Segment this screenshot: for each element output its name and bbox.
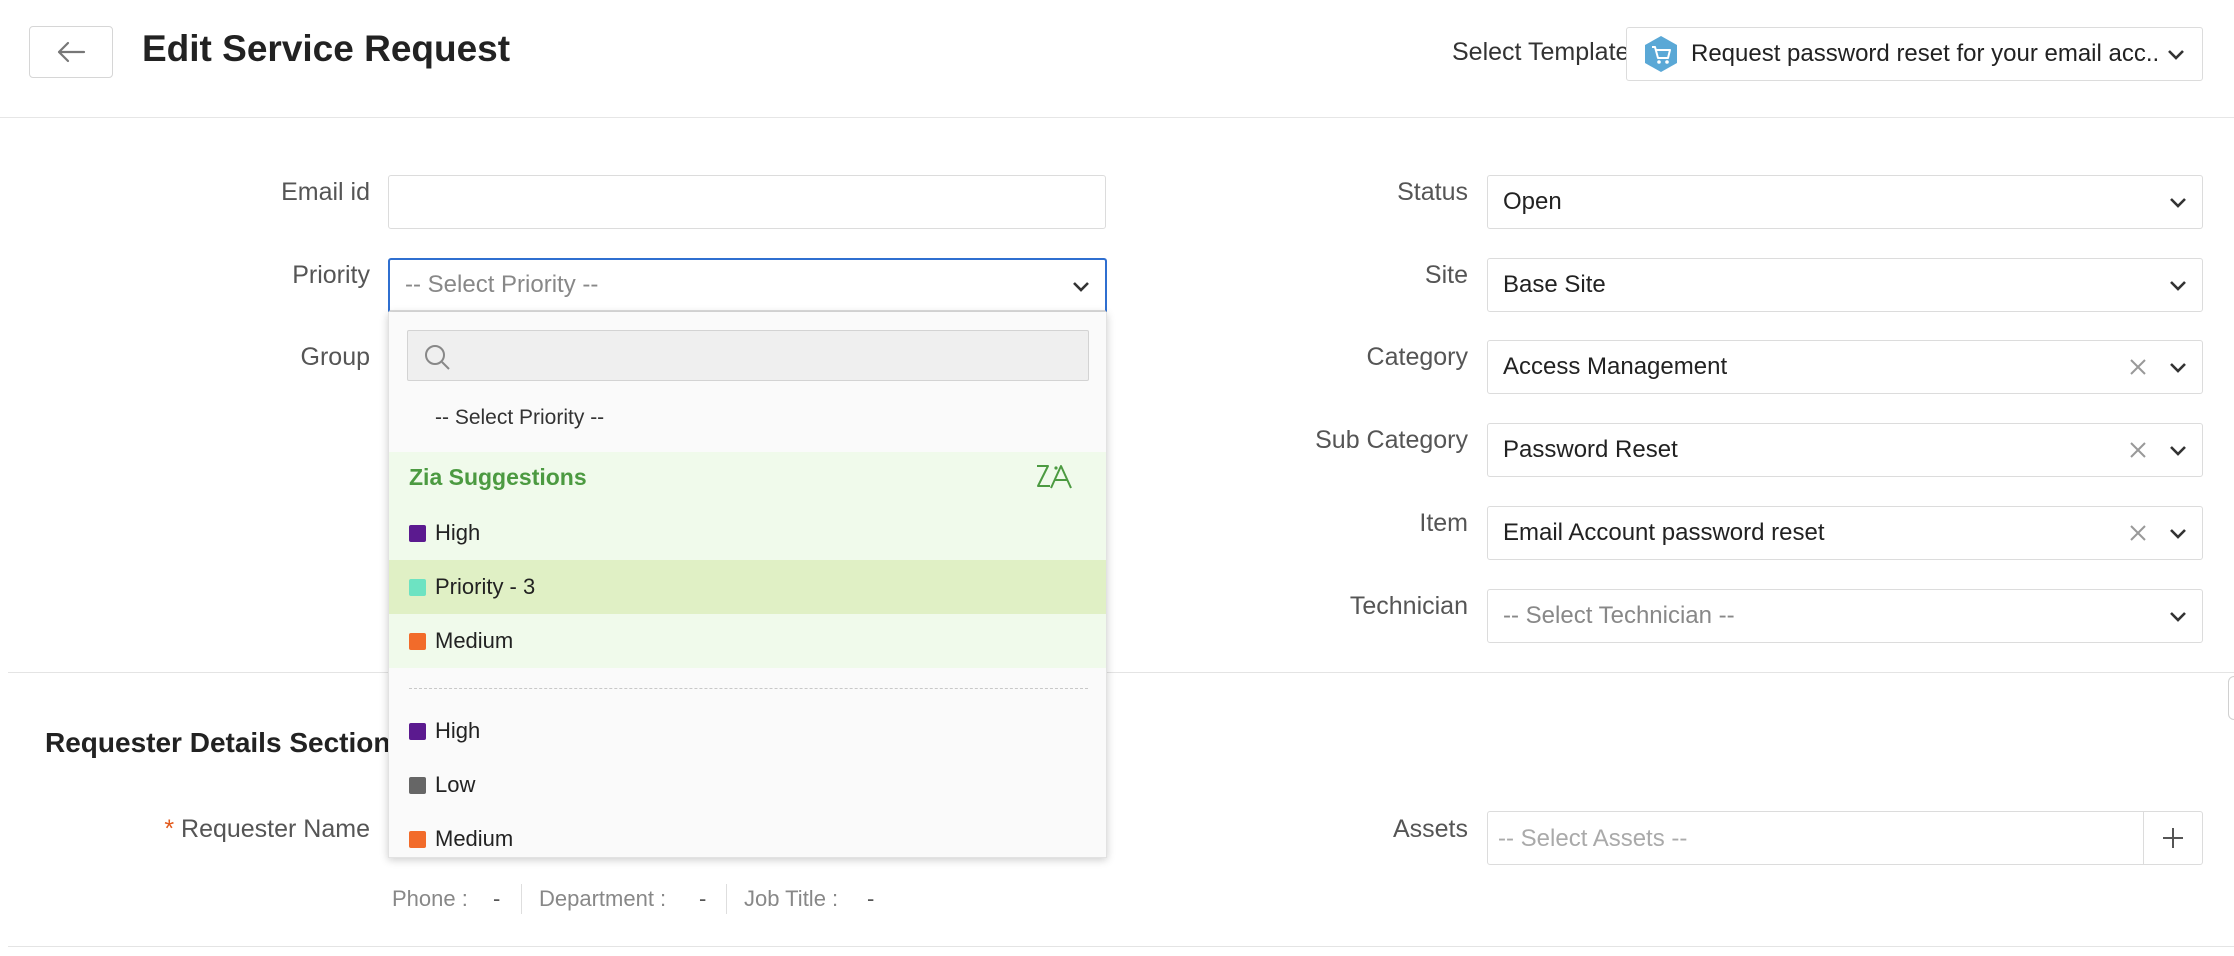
sub-category-select[interactable]: Password Reset bbox=[1487, 423, 2203, 477]
add-asset-button[interactable] bbox=[2143, 812, 2202, 864]
sub-category-value: Password Reset bbox=[1503, 436, 1678, 463]
chevron-down-icon bbox=[2168, 50, 2184, 60]
department-value: - bbox=[699, 886, 707, 911]
site-value: Base Site bbox=[1503, 271, 1606, 298]
search-icon bbox=[425, 345, 450, 370]
job-title-value: - bbox=[867, 886, 875, 911]
select-template-label: Select Template bbox=[1452, 38, 1630, 66]
requester-name-label: * Requester Name bbox=[110, 815, 370, 844]
side-panel-handle[interactable] bbox=[2228, 676, 2234, 720]
phone-label: Phone : bbox=[392, 886, 468, 911]
chevron-down-icon bbox=[2170, 446, 2186, 456]
priority-color-swatch bbox=[409, 632, 426, 650]
department-label: Department : bbox=[539, 886, 667, 911]
technician-label: Technician bbox=[1349, 592, 1468, 620]
page-title: Edit Service Request bbox=[142, 28, 511, 69]
template-select[interactable]: Request password reset for your email ac… bbox=[1626, 27, 2203, 81]
technician-placeholder: -- Select Technician -- bbox=[1503, 602, 1735, 629]
category-label: Category bbox=[1366, 343, 1468, 371]
item-label: Item bbox=[1419, 509, 1468, 537]
item-select[interactable]: Email Account password reset bbox=[1487, 506, 2203, 560]
bottom-divider bbox=[8, 946, 2234, 947]
arrow-left-icon bbox=[57, 41, 86, 63]
zia-option-medium[interactable]: Medium bbox=[389, 614, 1106, 668]
section-divider bbox=[8, 672, 2234, 673]
item-value: Email Account password reset bbox=[1503, 519, 1825, 546]
requester-section-title: Requester Details Section bbox=[45, 727, 391, 758]
shopping-cart-icon bbox=[1645, 36, 1677, 72]
option-medium[interactable]: Medium bbox=[389, 812, 1106, 857]
priority-dropdown: -- Select Priority -- Zia Suggestions Hi… bbox=[388, 312, 1107, 858]
status-label: Status bbox=[1397, 178, 1468, 206]
option-label: Priority - 3 bbox=[435, 574, 536, 599]
chevron-down-icon bbox=[2170, 281, 2186, 291]
required-marker: * bbox=[164, 815, 175, 843]
status-select[interactable]: Open bbox=[1487, 175, 2203, 229]
option-low[interactable]: Low bbox=[389, 758, 1106, 812]
sub-category-label: Sub Category bbox=[1315, 426, 1468, 454]
status-value: Open bbox=[1503, 188, 1562, 215]
option-high[interactable]: High bbox=[389, 704, 1106, 758]
assets-label: Assets bbox=[1392, 815, 1468, 843]
requester-name-label-text: Requester Name bbox=[181, 815, 370, 843]
email-id-input[interactable] bbox=[388, 175, 1106, 229]
meta-separator bbox=[726, 884, 727, 914]
option-label: High bbox=[435, 520, 481, 545]
priority-color-swatch bbox=[409, 524, 426, 542]
group-label: Group bbox=[300, 343, 370, 371]
phone-value: - bbox=[493, 886, 501, 911]
chevron-down-icon bbox=[2170, 363, 2186, 373]
category-select[interactable]: Access Management bbox=[1487, 340, 2203, 394]
assets-placeholder: -- Select Assets -- bbox=[1498, 825, 1688, 852]
zia-suggestions-title: Zia Suggestions bbox=[409, 464, 587, 490]
clear-icon[interactable] bbox=[2126, 521, 2150, 545]
priority-color-swatch bbox=[409, 722, 426, 740]
chevron-down-icon bbox=[2170, 612, 2186, 622]
assets-select[interactable]: -- Select Assets -- bbox=[1487, 811, 2203, 865]
chevron-down-icon bbox=[2170, 198, 2186, 208]
zia-logo-icon bbox=[1037, 465, 1072, 489]
meta-separator bbox=[521, 884, 522, 914]
technician-select[interactable]: -- Select Technician -- bbox=[1487, 589, 2203, 643]
back-button[interactable] bbox=[29, 26, 113, 78]
option-label: Medium bbox=[435, 826, 514, 851]
priority-color-swatch bbox=[409, 776, 426, 794]
priority-placeholder: -- Select Priority -- bbox=[405, 271, 599, 298]
zia-option-priority-3[interactable]: Priority - 3 bbox=[389, 560, 1106, 614]
site-select[interactable]: Base Site bbox=[1487, 258, 2203, 312]
dropdown-option-placeholder[interactable]: -- Select Priority -- bbox=[435, 406, 604, 430]
priority-select[interactable]: -- Select Priority -- bbox=[388, 258, 1107, 312]
clear-icon[interactable] bbox=[2126, 355, 2150, 379]
plus-icon bbox=[2163, 828, 2183, 848]
dropdown-separator bbox=[409, 688, 1088, 689]
site-label: Site bbox=[1424, 261, 1468, 289]
clear-icon[interactable] bbox=[2126, 438, 2150, 462]
zia-option-high[interactable]: High bbox=[389, 506, 1106, 560]
chevron-down-icon bbox=[1073, 282, 1089, 292]
option-label: High bbox=[435, 718, 481, 743]
priority-color-swatch bbox=[409, 830, 426, 848]
priority-search-input[interactable] bbox=[407, 330, 1089, 381]
category-value: Access Management bbox=[1503, 353, 1728, 380]
chevron-down-icon bbox=[2170, 529, 2186, 539]
page-header: Edit Service Request Select Template Req… bbox=[0, 0, 2234, 118]
email-id-label: Email id bbox=[281, 178, 370, 206]
priority-color-swatch bbox=[409, 578, 426, 596]
template-value: Request password reset for your email ac… bbox=[1691, 40, 2161, 67]
option-label: Medium bbox=[435, 628, 514, 653]
job-title-label: Job Title : bbox=[744, 886, 839, 911]
priority-label: Priority bbox=[292, 261, 370, 289]
option-label: Low bbox=[435, 772, 476, 797]
